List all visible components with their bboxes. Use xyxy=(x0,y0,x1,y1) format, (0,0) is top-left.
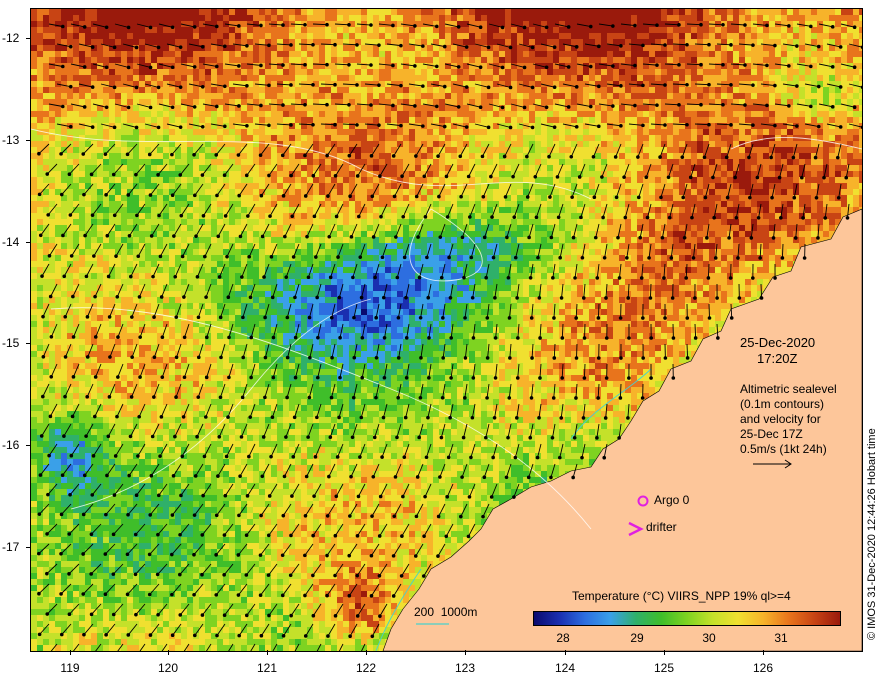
sst-map xyxy=(30,8,863,652)
lat-tick-mark xyxy=(26,445,31,446)
lat-tick-label: -16 xyxy=(2,438,20,452)
map-time: 17:20Z xyxy=(757,351,798,366)
lon-tick-mark xyxy=(664,650,665,655)
lat-tick-label: -14 xyxy=(2,235,20,249)
drifter-label: drifter xyxy=(646,520,677,534)
lon-tick-label: 123 xyxy=(454,661,476,675)
colorbar-tick-label: 31 xyxy=(774,631,788,645)
lon-tick-label: 120 xyxy=(157,661,179,675)
lat-tick-mark xyxy=(26,38,31,39)
depth-contour-label: 200 1000m xyxy=(414,605,478,619)
lat-tick-label: -17 xyxy=(2,540,20,554)
lat-tick-label: -15 xyxy=(2,336,20,350)
info-line: 0.5m/s (1kt 24h) xyxy=(740,442,827,456)
lon-tick-mark xyxy=(70,650,71,655)
lon-tick-label: 119 xyxy=(60,661,80,675)
lon-tick-mark xyxy=(565,650,566,655)
lon-tick-label: 126 xyxy=(752,661,774,675)
info-line: and velocity for xyxy=(740,412,821,426)
argo-label: Argo 0 xyxy=(654,493,690,507)
lat-tick-mark xyxy=(26,547,31,548)
lat-tick-mark xyxy=(26,140,31,141)
map-date: 25-Dec-2020 xyxy=(740,335,816,350)
lat-tick-mark xyxy=(26,242,31,243)
lat-tick-label: -13 xyxy=(2,133,20,147)
colorbar-tick-label: 28 xyxy=(556,631,570,645)
lat-tick-mark xyxy=(26,343,31,344)
lon-tick-mark xyxy=(366,650,367,655)
colorbar-title: Temperature (°C) VIIRS_NPP 19% ql>=4 xyxy=(572,589,791,603)
credit-text: © IMOS 31-Dec-2020 12:44:26 Hobart time xyxy=(866,428,878,640)
colorbar-tick-label: 29 xyxy=(630,631,644,645)
info-line: 25-Dec 17Z xyxy=(740,427,803,441)
lon-tick-label: 122 xyxy=(355,661,377,675)
lon-tick-label: 125 xyxy=(653,661,675,675)
info-line: Altimetric sealevel xyxy=(740,382,837,396)
lon-tick-mark xyxy=(465,650,466,655)
colorbar xyxy=(533,611,841,626)
lon-tick-mark xyxy=(267,650,268,655)
lat-tick-label: -12 xyxy=(2,31,20,45)
info-line: (0.1m contours) xyxy=(740,397,825,411)
lon-tick-label: 121 xyxy=(256,661,278,675)
sst-field xyxy=(31,9,862,651)
lon-tick-mark xyxy=(763,650,764,655)
colorbar-tick-label: 30 xyxy=(702,631,716,645)
lon-tick-label: 124 xyxy=(554,661,576,675)
lon-tick-mark xyxy=(168,650,169,655)
